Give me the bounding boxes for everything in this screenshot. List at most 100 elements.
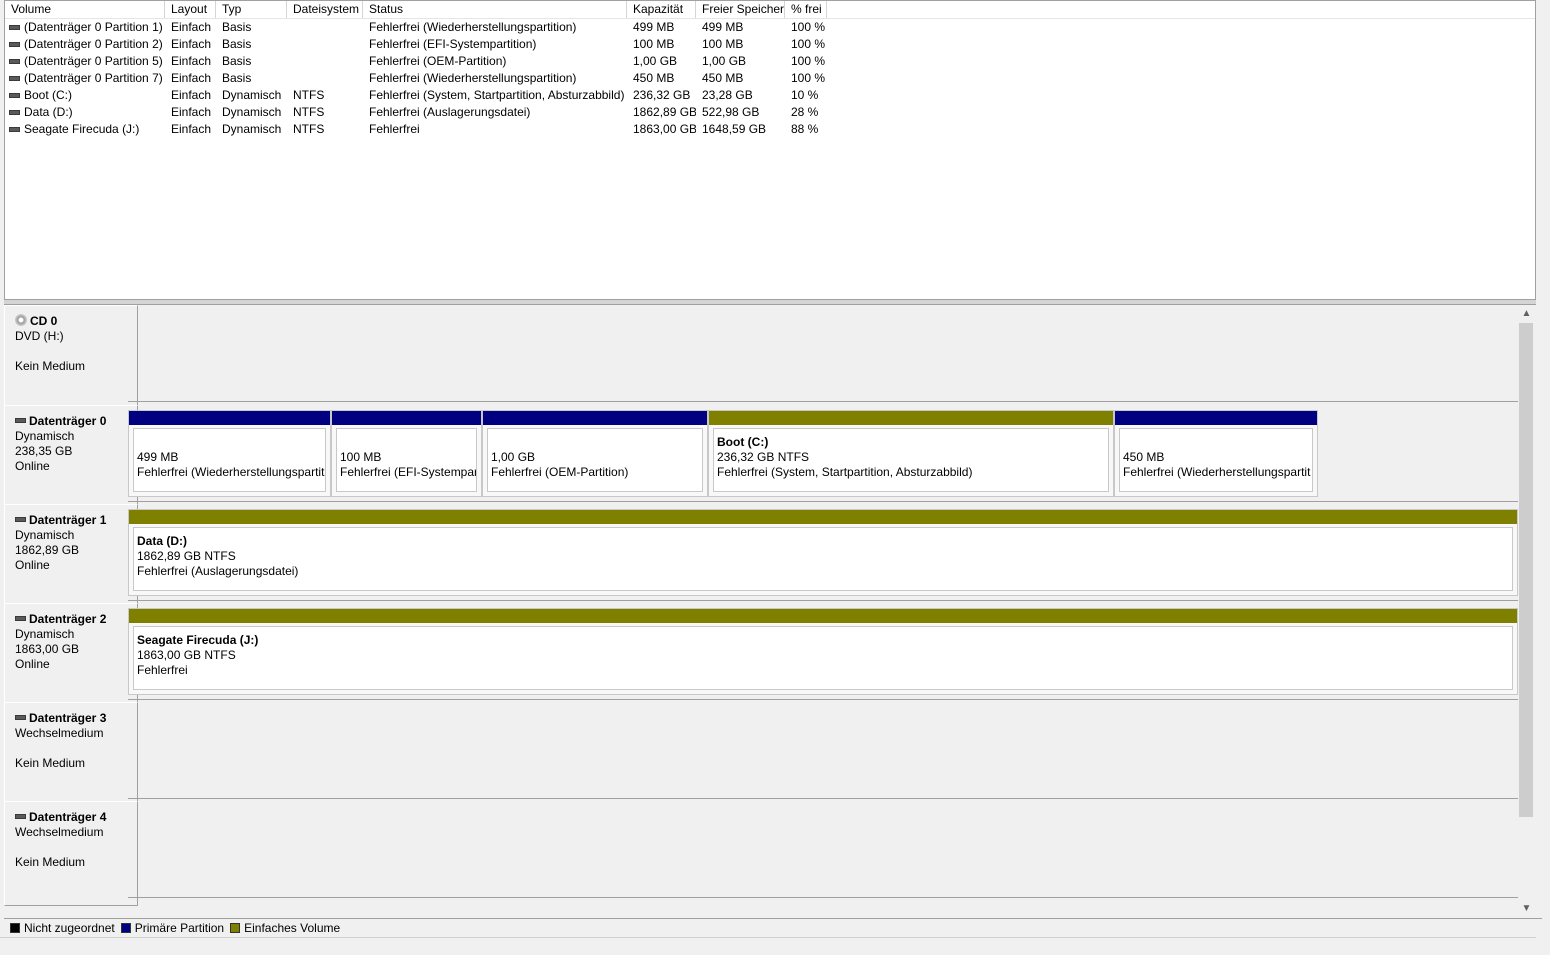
cell-typ: Basis bbox=[216, 36, 287, 53]
partition-info: Data (D:) 1862,89 GB NTFS Fehlerfrei (Ausl… bbox=[133, 527, 1513, 591]
cell-kapazitaet: 236,32 GB bbox=[627, 87, 696, 104]
partition-size: 450 MB bbox=[1123, 450, 1165, 464]
cell-dateisystem: NTFS bbox=[287, 87, 363, 104]
cell-dateisystem bbox=[287, 70, 363, 87]
partition-block[interactable]: 499 MB Fehlerfrei (Wiederherstellungspart… bbox=[128, 410, 331, 497]
disk-name: Datenträger 1 bbox=[29, 513, 107, 527]
cell-freier-speicher: 1,00 GB bbox=[696, 53, 785, 70]
cell-layout: Einfach bbox=[165, 53, 216, 70]
volume-icon bbox=[9, 25, 20, 30]
partition-block[interactable]: Boot (C:) 236,32 GB NTFS Fehlerfrei (Syste… bbox=[708, 410, 1114, 497]
table-row[interactable]: (Datenträger 0 Partition 5) Einfach Basis F… bbox=[5, 53, 1535, 70]
disk-type: Wechselmedium bbox=[15, 726, 104, 740]
cell-status: Fehlerfrei bbox=[363, 121, 627, 138]
partition-name bbox=[137, 435, 325, 450]
disk-partition-area bbox=[128, 305, 1518, 402]
disk-label[interactable]: Datenträger 2 Dynamisch 1863,00 GB Online bbox=[4, 603, 138, 708]
cell-typ: Dynamisch bbox=[216, 87, 287, 104]
partition-type-bar bbox=[129, 609, 1517, 623]
partition-size: 236,32 GB NTFS bbox=[717, 450, 810, 464]
table-row[interactable]: Seagate Firecuda (J:) Einfach Dynamisch NTF… bbox=[5, 121, 1535, 138]
volume-list-rows: (Datenträger 0 Partition 1) Einfach Basis F… bbox=[5, 19, 1535, 138]
disk-title: Datenträger 1 bbox=[15, 513, 137, 528]
disk-label[interactable]: CD 0 DVD (H:) Kein Medium bbox=[4, 305, 138, 410]
partition-status: Fehlerfrei (System, Startpartition, Abst… bbox=[717, 465, 973, 479]
cell-freier-speicher: 499 MB bbox=[696, 19, 785, 36]
cell-kapazitaet: 1,00 GB bbox=[627, 53, 696, 70]
column-header-prozent-frei[interactable]: % frei bbox=[785, 1, 827, 18]
table-row[interactable]: Boot (C:) Einfach Dynamisch NTFS Fehlerfrei … bbox=[5, 87, 1535, 104]
disk-size: 1862,89 GB bbox=[15, 543, 80, 557]
disk-type: Dynamisch bbox=[15, 429, 75, 443]
volume-list-header: Volume Layout Typ Dateisystem Status Kapazitä… bbox=[5, 1, 1535, 19]
partition-type-bar bbox=[1115, 411, 1317, 425]
cell-text: 23,28 GB bbox=[702, 88, 753, 102]
column-header-kapazitaet[interactable]: Kapazität bbox=[627, 1, 696, 18]
table-row[interactable]: (Datenträger 0 Partition 7) Einfach Basis F… bbox=[5, 70, 1535, 87]
column-header-status[interactable]: Status bbox=[363, 1, 627, 18]
cell-status: Fehlerfrei (Auslagerungsdatei) bbox=[363, 104, 627, 121]
cell-layout: Einfach bbox=[165, 36, 216, 53]
status-bar bbox=[0, 937, 1536, 955]
cell-freier-speicher: 100 MB bbox=[696, 36, 785, 53]
partition-info: 100 MB Fehlerfrei (EFI-Systempart bbox=[336, 428, 477, 492]
cell-text: Fehlerfrei (EFI-Systempartition) bbox=[369, 37, 537, 51]
cell-status: Fehlerfrei (Wiederherstellungspartition) bbox=[363, 70, 627, 87]
partition-info: Boot (C:) 236,32 GB NTFS Fehlerfrei (Syste… bbox=[713, 428, 1109, 492]
cell-text: Dynamisch bbox=[222, 105, 282, 119]
column-header-volume[interactable]: Volume bbox=[5, 1, 165, 18]
cell-text: 499 MB bbox=[702, 20, 744, 34]
disk-title: Datenträger 0 bbox=[15, 414, 137, 429]
disk-row: Datenträger 0 Dynamisch 238,35 GB Online 499… bbox=[4, 405, 1518, 510]
disk-status: Kein Medium bbox=[15, 756, 86, 770]
cell-text: Boot (C:) bbox=[24, 88, 73, 102]
cell-text: Einfach bbox=[171, 37, 212, 51]
disk-type: Dynamisch bbox=[15, 627, 75, 641]
partition-info: 499 MB Fehlerfrei (Wiederherstellungspart… bbox=[133, 428, 326, 492]
partition-block[interactable]: 1,00 GB Fehlerfrei (OEM-Partition) bbox=[482, 410, 708, 497]
cell-kapazitaet: 100 MB bbox=[627, 36, 696, 53]
table-row[interactable]: Data (D:) Einfach Dynamisch NTFS Fehlerfrei … bbox=[5, 104, 1535, 121]
partition-type-bar bbox=[129, 510, 1517, 524]
cell-text: 100 % bbox=[791, 20, 826, 34]
cell-layout: Einfach bbox=[165, 19, 216, 36]
disk-label[interactable]: Datenträger 3 Wechselmedium Kein Medium bbox=[4, 702, 138, 807]
partition-block[interactable]: Data (D:) 1862,89 GB NTFS Fehlerfrei (Ausl… bbox=[128, 509, 1518, 596]
column-header-freier-speicher[interactable]: Freier Speicher bbox=[696, 1, 785, 18]
volume-list[interactable]: Volume Layout Typ Dateisystem Status Kapazitä… bbox=[4, 0, 1536, 300]
cell-text: Einfach bbox=[171, 54, 212, 68]
disk-type: DVD (H:) bbox=[15, 329, 64, 343]
disk-status: Online bbox=[15, 459, 50, 473]
volume-icon bbox=[9, 93, 20, 98]
cell-layout: Einfach bbox=[165, 121, 216, 138]
table-row[interactable]: (Datenträger 0 Partition 1) Einfach Basis F… bbox=[5, 19, 1535, 36]
disk-status: Kein Medium bbox=[15, 359, 86, 373]
column-header-typ[interactable]: Typ bbox=[216, 1, 287, 18]
cell-kapazitaet: 499 MB bbox=[627, 19, 696, 36]
disk-name: Datenträger 0 bbox=[29, 414, 107, 428]
column-header-layout[interactable]: Layout bbox=[165, 1, 216, 18]
partition-block[interactable]: 100 MB Fehlerfrei (EFI-Systempart bbox=[331, 410, 482, 497]
disk-status: Kein Medium bbox=[15, 855, 86, 869]
disk-size: 238,35 GB bbox=[15, 444, 73, 458]
partition-size: 1862,89 GB NTFS bbox=[137, 549, 236, 563]
cd-icon bbox=[15, 314, 27, 326]
disk-label[interactable]: Datenträger 0 Dynamisch 238,35 GB Online bbox=[4, 405, 138, 510]
legend-label: Primäre Partition bbox=[134, 921, 225, 935]
partition-block[interactable]: 450 MB Fehlerfrei (Wiederherstellungspart… bbox=[1114, 410, 1318, 497]
legend: Nicht zugeordnet Primäre Partition Einfach… bbox=[4, 918, 1542, 937]
cell-layout: Einfach bbox=[165, 87, 216, 104]
scrollbar-thumb[interactable] bbox=[1519, 323, 1533, 817]
cell-volume: (Datenträger 0 Partition 1) bbox=[5, 19, 165, 36]
cell-text: Seagate Firecuda (J:) bbox=[24, 122, 140, 136]
table-row[interactable]: (Datenträger 0 Partition 2) Einfach Basis F… bbox=[5, 36, 1535, 53]
disk-label[interactable]: Datenträger 1 Dynamisch 1862,89 GB Online bbox=[4, 504, 138, 609]
disk-label[interactable]: Datenträger 4 Wechselmedium Kein Medium bbox=[4, 801, 138, 906]
disk-view-scrollbar[interactable]: ▲ ▼ bbox=[1518, 305, 1535, 917]
chevron-down-icon[interactable]: ▼ bbox=[1518, 900, 1535, 917]
cell-status: Fehlerfrei (OEM-Partition) bbox=[363, 53, 627, 70]
chevron-up-icon[interactable]: ▲ bbox=[1518, 305, 1535, 322]
cell-text: 88 % bbox=[791, 122, 819, 136]
column-header-dateisystem[interactable]: Dateisystem bbox=[287, 1, 363, 18]
partition-block[interactable]: Seagate Firecuda (J:) 1863,00 GB NTFS Fehl… bbox=[128, 608, 1518, 695]
